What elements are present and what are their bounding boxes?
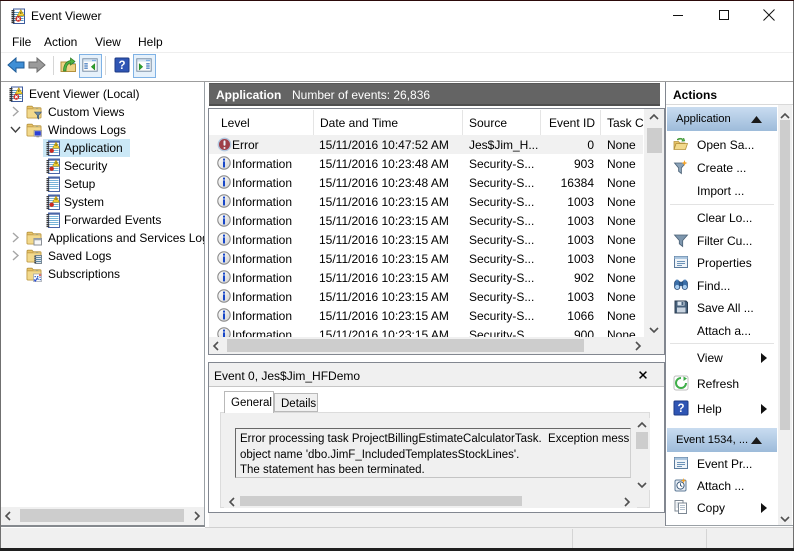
- svg-text:?: ?: [118, 60, 125, 72]
- svg-text:?: ?: [677, 403, 684, 415]
